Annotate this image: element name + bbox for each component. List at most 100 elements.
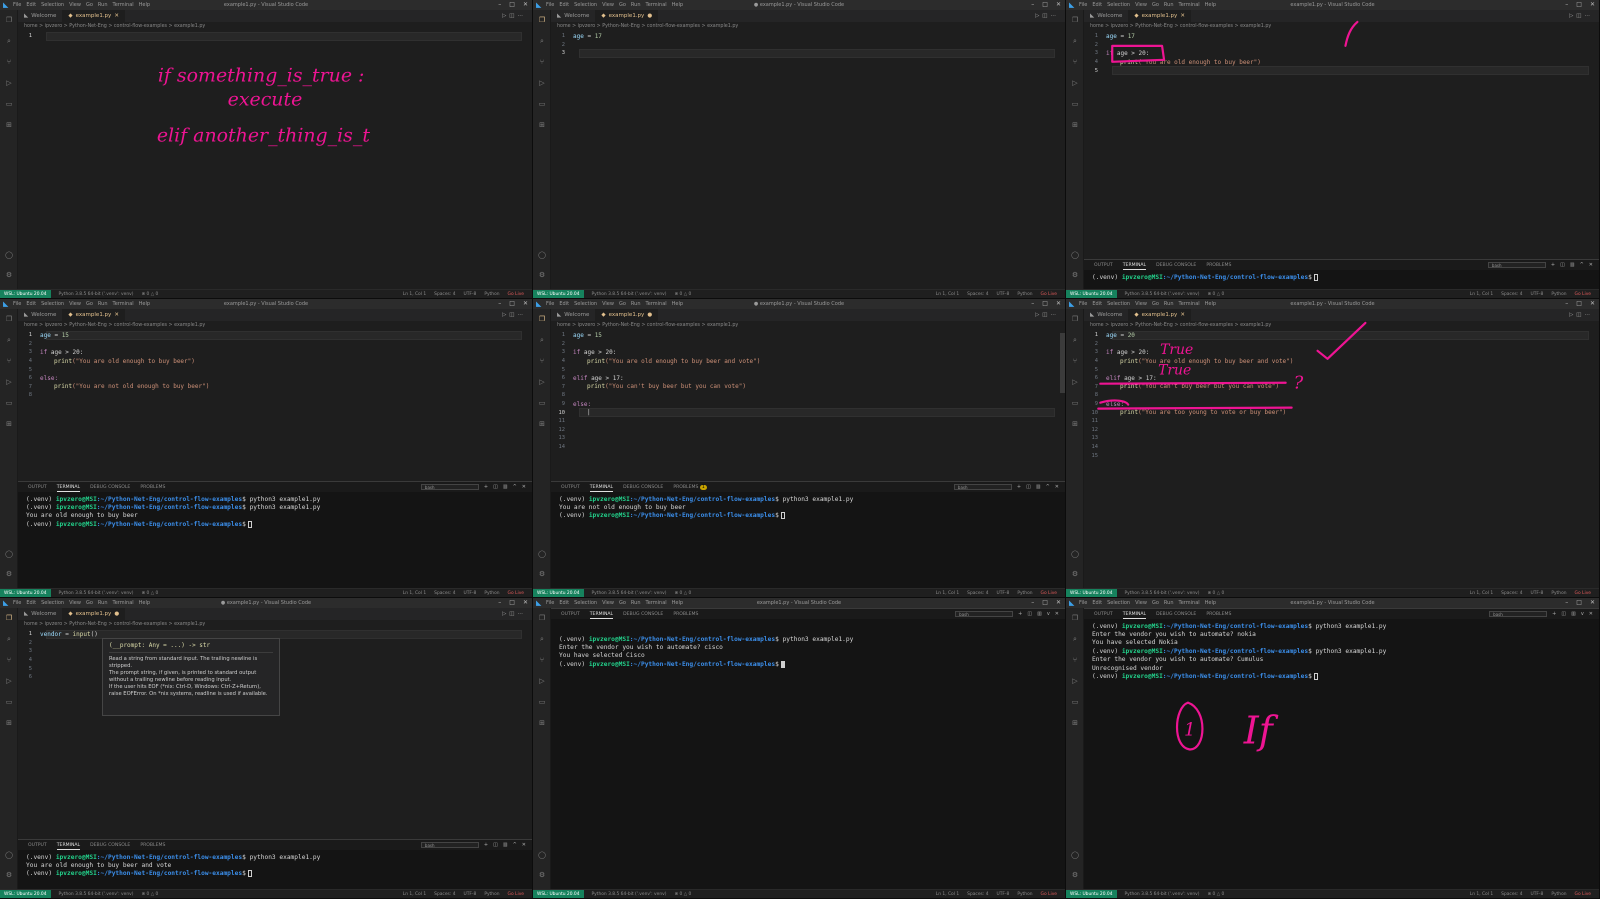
- indentation[interactable]: Spaces: 4: [1501, 591, 1522, 596]
- python-interpreter[interactable]: Python 3.8.5 64-bit ('.venv': venv): [592, 892, 667, 897]
- maximize-icon[interactable]: □: [1576, 300, 1582, 307]
- menu-view[interactable]: View: [69, 2, 81, 8]
- remote-explorer-icon[interactable]: ▭: [538, 698, 546, 706]
- terminal[interactable]: (.venv) ipvzero@MSI:~/Python-Net-Eng/con…: [1084, 619, 1599, 681]
- source-control-icon[interactable]: ⑂: [1071, 357, 1079, 365]
- run-debug-icon[interactable]: ▷: [1071, 677, 1079, 685]
- close-tab-icon[interactable]: ✕: [114, 312, 119, 321]
- unsaved-dot-icon[interactable]: ●: [647, 312, 652, 321]
- run-debug-icon[interactable]: ▷: [538, 677, 546, 685]
- search-icon[interactable]: ⌕: [538, 336, 546, 344]
- menu-go[interactable]: Go: [1152, 600, 1159, 606]
- gear-icon[interactable]: ⚙: [5, 871, 13, 879]
- chevron-down-icon[interactable]: v: [1581, 611, 1584, 617]
- panel-tab-output[interactable]: OUTPUT: [1094, 263, 1113, 270]
- menu-run[interactable]: Run: [631, 301, 641, 307]
- gear-icon[interactable]: ⚙: [1071, 871, 1079, 879]
- encoding[interactable]: UTF-8: [997, 892, 1010, 897]
- split-editor-icon[interactable]: ◫: [1042, 13, 1050, 19]
- extensions-icon[interactable]: ⊞: [538, 121, 546, 129]
- trash-icon[interactable]: ▥: [1036, 484, 1041, 490]
- menu-go[interactable]: Go: [619, 301, 626, 307]
- panel-tab-output[interactable]: OUTPUT: [28, 485, 47, 492]
- cursor-position[interactable]: Ln 1, Col 1: [403, 892, 426, 897]
- go-live[interactable]: Go Live: [508, 292, 524, 297]
- menu-run[interactable]: Run: [98, 600, 108, 606]
- problems-count[interactable]: ⊗ 0 △ 0: [141, 292, 158, 297]
- cursor-position[interactable]: Ln 1, Col 1: [1470, 292, 1493, 297]
- account-icon[interactable]: ◯: [1071, 851, 1079, 859]
- source-control-icon[interactable]: ⑂: [538, 656, 546, 664]
- encoding[interactable]: UTF-8: [1531, 892, 1544, 897]
- tab-welcome[interactable]: ◣ Welcome: [1084, 309, 1128, 321]
- split-editor-icon[interactable]: ◫: [509, 312, 517, 318]
- menu-run[interactable]: Run: [1164, 2, 1174, 8]
- breadcrumb[interactable]: home > ipvzero > Python-Net-Eng > contro…: [24, 24, 532, 32]
- source-control-icon[interactable]: ⑂: [5, 357, 13, 365]
- minimize-icon[interactable]: –: [1031, 599, 1034, 606]
- python-interpreter[interactable]: Python 3.8.5 64-bit ('.venv': venv): [1125, 591, 1200, 596]
- chevron-up-icon[interactable]: ^: [513, 484, 517, 490]
- add-terminal-icon[interactable]: +: [484, 842, 488, 848]
- terminal-shell-select[interactable]: bash: [420, 842, 479, 848]
- explorer-icon[interactable]: ❐: [1071, 16, 1079, 24]
- maximize-icon[interactable]: □: [1042, 1, 1048, 8]
- split-terminal-icon[interactable]: ◫: [493, 484, 498, 490]
- code-editor[interactable]: 1: [18, 32, 532, 41]
- source-control-icon[interactable]: ⑂: [1071, 656, 1079, 664]
- tab-welcome[interactable]: ◣ Welcome: [551, 10, 595, 22]
- menu-selection[interactable]: Selection: [41, 600, 64, 606]
- split-editor-icon[interactable]: ◫: [1576, 13, 1584, 19]
- panel-tab-terminal[interactable]: TERMINAL: [589, 485, 614, 492]
- add-terminal-icon[interactable]: +: [1552, 611, 1556, 617]
- tab-example1[interactable]: ◆ example1.py ●: [595, 309, 659, 321]
- tab-example1[interactable]: ◆ example1.py ✕: [62, 309, 125, 321]
- remote-indicator[interactable]: WSL: Ubuntu 20.04: [1066, 889, 1117, 898]
- maximize-icon[interactable]: □: [509, 1, 515, 8]
- menu-view[interactable]: View: [1135, 600, 1147, 606]
- language-mode[interactable]: Python: [1551, 892, 1566, 897]
- panel-tab-terminal[interactable]: TERMINAL: [1122, 263, 1147, 270]
- editor-scrollbar[interactable]: [1060, 333, 1065, 393]
- search-icon[interactable]: ⌕: [1071, 336, 1079, 344]
- source-control-icon[interactable]: ⑂: [1071, 58, 1079, 66]
- language-mode[interactable]: Python: [484, 292, 499, 297]
- encoding[interactable]: UTF-8: [464, 591, 477, 596]
- menu-edit[interactable]: Edit: [1092, 600, 1102, 606]
- python-interpreter[interactable]: Python 3.8.5 64-bit ('.venv': venv): [1125, 892, 1200, 897]
- terminal-shell-select[interactable]: bash: [1487, 262, 1546, 268]
- menu-view[interactable]: View: [1135, 301, 1147, 307]
- menu-go[interactable]: Go: [1152, 301, 1159, 307]
- source-control-icon[interactable]: ⑂: [5, 58, 13, 66]
- account-icon[interactable]: ◯: [1071, 251, 1079, 259]
- more-actions-icon[interactable]: ⋯: [518, 312, 527, 318]
- menu-file[interactable]: File: [1079, 2, 1087, 8]
- encoding[interactable]: UTF-8: [464, 292, 477, 297]
- language-mode[interactable]: Python: [484, 591, 499, 596]
- terminal-shell-select[interactable]: bash: [420, 484, 479, 490]
- menu-selection[interactable]: Selection: [41, 301, 64, 307]
- remote-indicator[interactable]: WSL: Ubuntu 20.04: [1066, 289, 1117, 298]
- split-editor-icon[interactable]: ◫: [509, 611, 517, 617]
- remote-indicator[interactable]: WSL: Ubuntu 20.04: [533, 588, 584, 597]
- close-tab-icon[interactable]: ✕: [1180, 312, 1185, 321]
- indentation[interactable]: Spaces: 4: [1501, 892, 1522, 897]
- cursor-position[interactable]: Ln 1, Col 1: [936, 892, 959, 897]
- language-mode[interactable]: Python: [1017, 591, 1032, 596]
- gear-icon[interactable]: ⚙: [1071, 570, 1079, 578]
- tab-example1[interactable]: ◆ example1.py ✕: [1128, 309, 1191, 321]
- problems-count[interactable]: ⊗ 0 △ 0: [1207, 591, 1224, 596]
- panel-tab-output[interactable]: OUTPUT: [561, 612, 580, 619]
- menu-help[interactable]: Help: [1205, 600, 1216, 606]
- run-debug-icon[interactable]: ▷: [5, 378, 13, 386]
- menu-selection[interactable]: Selection: [1107, 301, 1130, 307]
- close-tab-icon[interactable]: ✕: [1180, 13, 1185, 22]
- cursor-position[interactable]: Ln 1, Col 1: [936, 292, 959, 297]
- explorer-icon[interactable]: ❐: [1071, 315, 1079, 323]
- menu-edit[interactable]: Edit: [559, 600, 569, 606]
- search-icon[interactable]: ⌕: [538, 37, 546, 45]
- menu-go[interactable]: Go: [619, 600, 626, 606]
- menu-view[interactable]: View: [69, 301, 81, 307]
- more-actions-icon[interactable]: ⋯: [1585, 312, 1594, 318]
- remote-explorer-icon[interactable]: ▭: [1071, 399, 1079, 407]
